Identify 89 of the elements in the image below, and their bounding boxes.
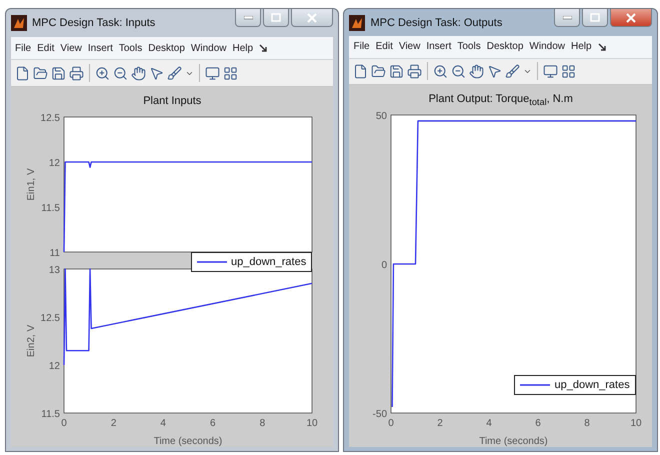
axis-label: Time (seconds) (478, 436, 548, 447)
monitor-icon[interactable] (543, 64, 558, 79)
tick-label: 4 (160, 418, 166, 429)
tick-label: 6 (534, 418, 541, 429)
menu-item[interactable]: Edit (376, 41, 393, 52)
menu-item[interactable]: Insert (426, 41, 452, 52)
open-folder-icon[interactable] (371, 64, 386, 79)
zoom-in-icon[interactable] (433, 64, 448, 79)
maximize-button[interactable] (582, 9, 608, 27)
minimize-button[interactable] (554, 9, 580, 27)
figure-title: Plant Inputs (143, 95, 202, 109)
save-icon[interactable] (389, 64, 404, 79)
menu-item[interactable]: Help (570, 41, 592, 52)
close-button[interactable] (291, 9, 334, 27)
figure-title: Plant Output: Torque$_{total}$, N.m (428, 93, 573, 109)
menu-item[interactable]: View (398, 41, 420, 52)
window-title: MPC Design Task: Inputs (32, 17, 156, 29)
window-title: MPC Design Task: Outputs (370, 16, 504, 29)
menu-item[interactable]: Edit (37, 42, 54, 54)
pointer-icon[interactable] (149, 66, 164, 80)
menu-item[interactable]: Window (190, 42, 226, 54)
close-button[interactable] (610, 9, 652, 27)
hand-icon[interactable] (131, 66, 146, 80)
menu-item[interactable]: Desktop (148, 42, 185, 54)
tick-label: 12 (49, 158, 60, 169)
maximize-icon (271, 13, 282, 22)
tick-label: 0 (381, 260, 387, 271)
zoom-out-icon[interactable] (113, 66, 128, 80)
close-icon (626, 12, 636, 22)
tick-label: 12.5 (40, 113, 60, 124)
zoom-in-icon[interactable] (95, 66, 110, 80)
zoom-out-icon[interactable] (451, 64, 466, 79)
monitor-icon[interactable] (205, 66, 220, 80)
printer-icon[interactable] (407, 64, 422, 79)
tick-label: 10 (630, 418, 642, 429)
save-icon[interactable] (51, 66, 66, 80)
menu-item[interactable]: Desktop (486, 41, 524, 52)
tick-label: 2 (111, 418, 117, 429)
tick-label: 8 (260, 418, 266, 429)
open-folder-icon[interactable] (33, 66, 48, 80)
minimize-icon (244, 16, 253, 20)
tick-label: 13 (49, 265, 60, 276)
tick-label: 0 (388, 418, 394, 429)
app-logo-icon (349, 14, 366, 31)
maximize-button[interactable] (263, 9, 290, 27)
tick-label: 12.5 (40, 313, 60, 324)
tick-label: 10 (306, 418, 318, 429)
legend-line-icon (197, 260, 227, 264)
axis-label: Ein2, V (26, 324, 38, 358)
legend-line-icon (520, 383, 550, 387)
maximize-icon (590, 13, 600, 22)
tick-label: -50 (372, 409, 387, 420)
menu-item[interactable]: File (15, 42, 32, 54)
hand-icon[interactable] (469, 64, 484, 79)
tick-label: 8 (584, 418, 590, 429)
app-logo-icon (11, 15, 27, 31)
arrow-icon[interactable] (598, 42, 606, 51)
menu-item[interactable]: View (60, 42, 82, 54)
menu-item[interactable]: Insert (88, 42, 113, 54)
printer-icon[interactable] (69, 66, 84, 80)
close-icon (307, 12, 318, 22)
layout-icon[interactable] (223, 66, 238, 80)
legend-label: up_down_rates (231, 256, 306, 268)
tick-label: 4 (486, 418, 492, 429)
axis-label: Time (seconds) (154, 436, 222, 447)
tick-label: 6 (210, 418, 216, 429)
new-file-icon[interactable] (15, 66, 30, 80)
menu-item[interactable]: Tools (457, 41, 481, 52)
tick-label: 12 (49, 361, 60, 372)
arrow-icon[interactable] (259, 44, 268, 52)
tick-label: 11 (50, 248, 60, 259)
pointer-icon[interactable] (487, 64, 502, 79)
menu-item[interactable]: Tools (118, 42, 142, 54)
tick-label: 11.5 (42, 203, 60, 214)
axis-label: Ein1, V (26, 168, 38, 201)
layout-icon[interactable] (561, 64, 576, 79)
brush-icon[interactable] (167, 66, 182, 80)
minimize-button[interactable] (235, 9, 262, 27)
tick-label: 0 (61, 418, 68, 429)
tick-label: 50 (376, 111, 387, 122)
menu-item[interactable]: Help (232, 42, 254, 54)
legend-label: up_down_rates (554, 379, 630, 391)
tick-label: 11.5 (42, 409, 60, 420)
minimize-icon (562, 16, 572, 20)
menu-item[interactable]: File (353, 41, 370, 52)
new-file-icon[interactable] (353, 64, 368, 79)
brush-icon[interactable] (505, 64, 520, 79)
tick-label: 2 (436, 418, 443, 429)
menu-item[interactable]: Window (529, 41, 565, 52)
